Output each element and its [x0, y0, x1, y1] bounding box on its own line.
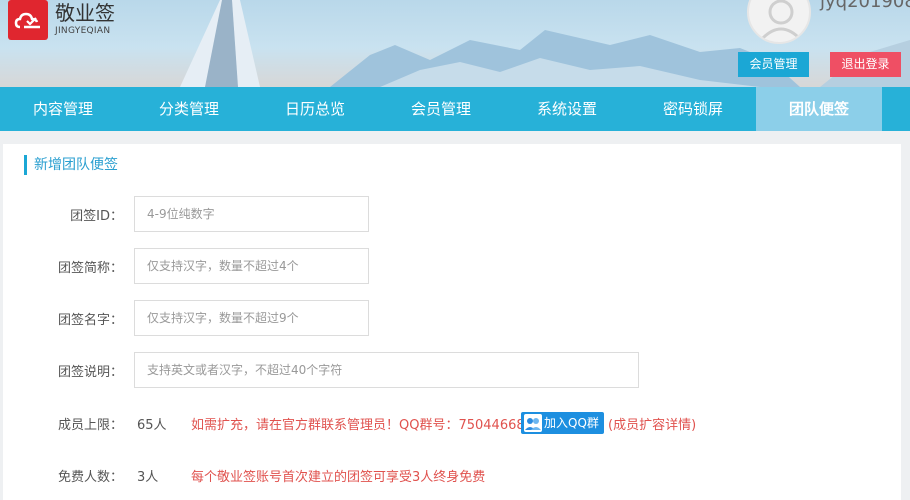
nav-system-settings[interactable]: 系统设置	[504, 87, 630, 131]
free-count-value: 3人	[137, 470, 159, 485]
username: jyq20190809	[820, 0, 910, 12]
logout-button[interactable]: 退出登录	[830, 52, 901, 77]
nav-team-notes[interactable]: 团队便签	[756, 87, 882, 131]
nav-password-lock[interactable]: 密码锁屏	[630, 87, 756, 131]
brand-name-en: JINGYEQIAN	[55, 26, 111, 36]
free-count-label: 免费人数：	[57, 470, 123, 485]
nav-member-manage[interactable]: 会员管理	[378, 87, 504, 131]
nav-calendar-overview[interactable]: 日历总览	[252, 87, 378, 131]
team-id-input[interactable]: 4-9位纯数字	[134, 196, 369, 232]
top-banner: 敬业签 JINGYEQIAN jyq20190809 会员管理 退出登录	[0, 0, 910, 87]
qq-group-icon	[524, 414, 542, 432]
short-name-label: 团签简称：	[57, 261, 123, 276]
nav-category-manage[interactable]: 分类管理	[126, 87, 252, 131]
member-manage-button[interactable]: 会员管理	[738, 52, 809, 77]
join-qq-group-button[interactable]: 加入QQ群	[521, 412, 604, 434]
member-limit-label: 成员上限：	[57, 418, 123, 433]
description-input[interactable]: 支持英文或者汉字，不超过40个字符	[134, 352, 639, 388]
main-nav: 内容管理 分类管理 日历总览 会员管理 系统设置 密码锁屏 团队便签	[0, 87, 910, 131]
new-team-note-panel: 新增团队便签 团签ID： 4-9位纯数字 团签简称： 仅支持汉字，数量不超过4个…	[3, 144, 901, 500]
full-name-label: 团签名字：	[57, 313, 123, 328]
short-name-input[interactable]: 仅支持汉字，数量不超过4个	[134, 248, 369, 284]
cloud-logo-icon	[8, 0, 48, 40]
team-id-label: 团签ID：	[70, 209, 123, 224]
free-count-note: 每个敬业签账号首次建立的团签可享受3人终身免费	[191, 470, 486, 485]
member-limit-value: 65人	[137, 418, 167, 433]
join-qq-label: 加入QQ群	[544, 416, 599, 430]
full-name-input[interactable]: 仅支持汉字，数量不超过9个	[134, 300, 369, 336]
brand-logo[interactable]: 敬业签 JINGYEQIAN	[8, 0, 115, 40]
member-limit-note: 如需扩充，请在官方群联系管理员！QQ群号：750446687	[191, 418, 533, 433]
brand-name: 敬业签	[55, 1, 115, 25]
nav-content-manage[interactable]: 内容管理	[0, 87, 126, 131]
description-label: 团签说明：	[57, 365, 123, 380]
section-title: 新增团队便签	[24, 155, 118, 175]
expand-details-link[interactable]: (成员扩容详情)	[608, 414, 696, 433]
